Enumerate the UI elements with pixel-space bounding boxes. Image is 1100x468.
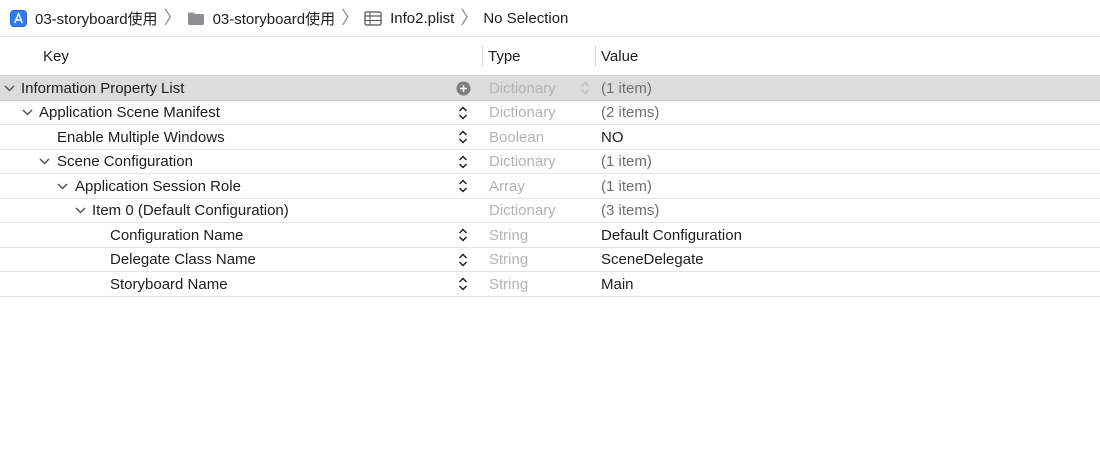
row-type[interactable]: Boolean <box>489 125 544 149</box>
table-row[interactable]: Item 0 (Default Configuration) Dictionar… <box>0 199 1100 223</box>
column-divider[interactable] <box>482 45 483 67</box>
breadcrumb-label: 03-storyboard使用 <box>35 10 158 28</box>
row-key: Enable Multiple Windows <box>57 128 225 146</box>
row-type[interactable]: String <box>489 272 528 296</box>
key-popup-stepper-icon[interactable] <box>455 101 471 125</box>
key-popup-stepper-icon[interactable] <box>455 125 471 149</box>
row-key: Storyboard Name <box>110 275 228 293</box>
row-key: Scene Configuration <box>57 153 193 170</box>
table-row[interactable]: Application Session Role Array (1 item) <box>0 174 1100 199</box>
plist-table-icon <box>364 10 382 26</box>
type-popup-stepper-icon[interactable] <box>578 76 592 100</box>
chevron-right-icon: 〉 <box>341 8 360 28</box>
table-row[interactable]: Information Property List Dictionary (1 … <box>0 76 1100 101</box>
chevron-down-icon[interactable] <box>37 150 51 174</box>
breadcrumb-label: No Selection <box>483 9 569 27</box>
chevron-down-icon[interactable] <box>2 76 16 100</box>
folder-icon <box>187 11 205 26</box>
breadcrumb-label: 03-storyboard使用 <box>212 10 336 28</box>
row-key: Delegate Class Name <box>110 251 256 268</box>
table-row[interactable]: Configuration Name String Default Config… <box>0 223 1100 248</box>
row-value: (3 items) <box>601 202 660 219</box>
column-header: Key Type Value <box>0 37 1100 76</box>
app-project-icon <box>10 9 27 27</box>
breadcrumb-item-folder[interactable]: 03-storyboard使用 <box>187 8 336 29</box>
table-row[interactable]: Scene Configuration Dictionary (1 item) <box>0 150 1100 174</box>
key-popup-stepper-icon[interactable] <box>455 150 471 174</box>
table-row[interactable]: Application Scene Manifest Dictionary (2… <box>0 101 1100 125</box>
row-value[interactable]: SceneDelegate <box>601 248 704 272</box>
row-value[interactable]: Default Configuration <box>601 223 742 247</box>
row-key: Information Property List <box>21 79 185 97</box>
breadcrumb-item-project[interactable]: 03-storyboard使用 <box>10 8 158 29</box>
row-value[interactable]: Main <box>601 272 634 296</box>
breadcrumb: 03-storyboard使用 〉 03-storyboard使用 〉 Info… <box>0 0 1100 37</box>
add-item-icon[interactable] <box>455 76 471 100</box>
row-type[interactable]: Dictionary <box>489 101 556 125</box>
table-row[interactable]: Storyboard Name String Main <box>0 272 1100 297</box>
row-key: Application Session Role <box>75 177 241 195</box>
row-value[interactable]: NO <box>601 125 624 149</box>
chevron-right-icon: 〉 <box>460 8 479 28</box>
breadcrumb-item-file[interactable]: Info2.plist <box>364 10 454 27</box>
chevron-right-icon: 〉 <box>163 8 182 28</box>
chevron-down-icon[interactable] <box>20 101 34 125</box>
row-type[interactable]: String <box>489 223 528 247</box>
column-header-key[interactable]: Key <box>43 37 69 75</box>
table-row[interactable]: Delegate Class Name String SceneDelegate <box>0 248 1100 272</box>
key-popup-stepper-icon[interactable] <box>455 248 471 272</box>
column-header-value[interactable]: Value <box>601 37 638 75</box>
row-key: Configuration Name <box>110 226 244 244</box>
column-header-type[interactable]: Type <box>488 37 521 75</box>
key-popup-stepper-icon[interactable] <box>455 174 471 198</box>
row-key: Application Scene Manifest <box>39 104 220 121</box>
row-type[interactable]: Array <box>489 174 525 198</box>
breadcrumb-item-selection[interactable]: No Selection <box>483 10 568 27</box>
chevron-down-icon[interactable] <box>73 199 87 223</box>
chevron-down-icon[interactable] <box>55 174 69 198</box>
column-divider[interactable] <box>595 45 596 67</box>
key-popup-stepper-icon[interactable] <box>455 223 471 247</box>
row-value: (1 item) <box>601 153 652 170</box>
row-type[interactable]: Dictionary <box>489 76 556 100</box>
key-popup-stepper-icon[interactable] <box>455 272 471 296</box>
row-type[interactable]: String <box>489 248 528 272</box>
row-value: (1 item) <box>601 177 652 195</box>
breadcrumb-label: Info2.plist <box>390 9 455 27</box>
row-value: (2 items) <box>601 104 660 121</box>
plist-outline: Information Property List Dictionary (1 … <box>0 76 1100 297</box>
row-type[interactable]: Dictionary <box>489 150 556 174</box>
row-type[interactable]: Dictionary <box>489 199 556 223</box>
row-key: Item 0 (Default Configuration) <box>92 202 289 219</box>
table-row[interactable]: Enable Multiple Windows Boolean NO <box>0 125 1100 150</box>
row-value: (1 item) <box>601 79 652 97</box>
